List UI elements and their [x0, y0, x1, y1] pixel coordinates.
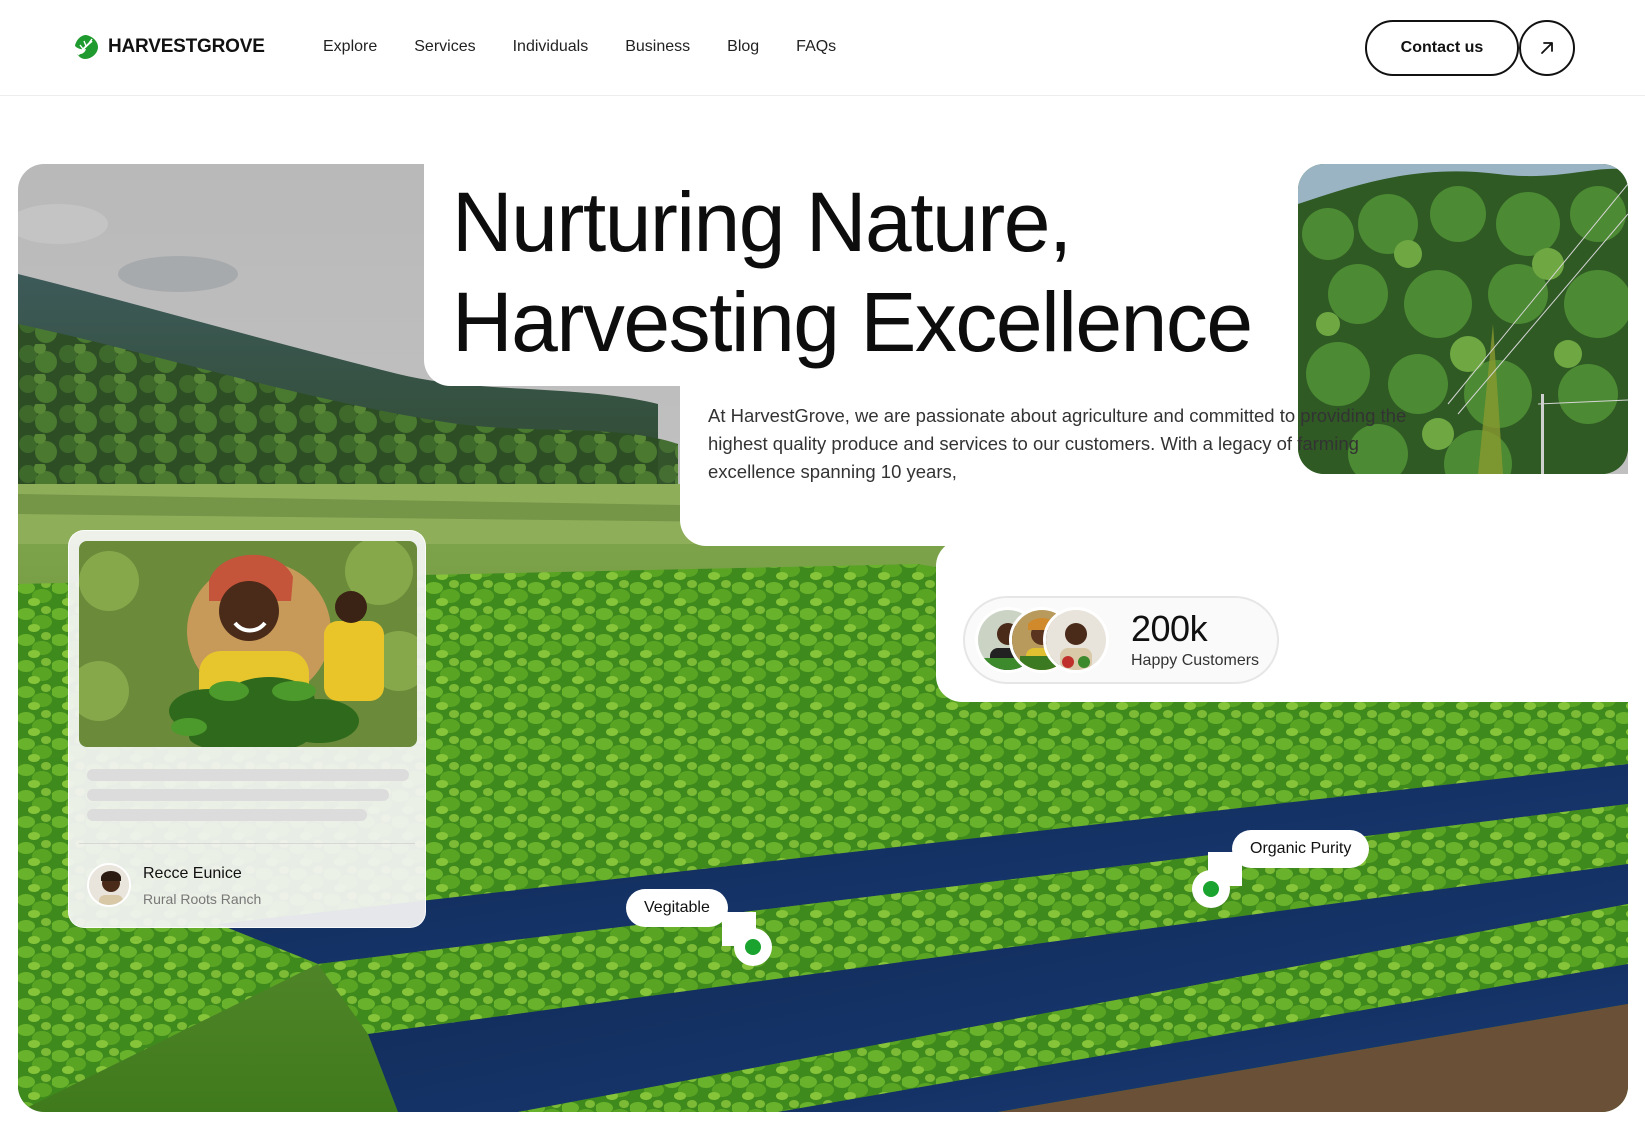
main-menu: Explore Services Individuals Business Bl…: [323, 38, 872, 56]
stats-cutout-right: [1300, 474, 1645, 700]
customers-stat-pill: 200k Happy Customers: [963, 596, 1279, 684]
card-divider: [79, 843, 415, 844]
brand-logo[interactable]: HARVESTGROVE: [72, 33, 265, 61]
arrow-up-right-icon: [1541, 42, 1553, 54]
stat-label: Happy Customers: [1131, 652, 1260, 669]
top-navbar: HARVESTGROVE Explore Services Individual…: [0, 0, 1645, 96]
tag-organic-purity[interactable]: Organic Purity: [1232, 830, 1370, 868]
hero-intro-text: At HarvestGrove, we are passionate about…: [708, 405, 1407, 482]
right-margin: [1628, 96, 1645, 1130]
nav-services[interactable]: Services: [414, 38, 475, 56]
farmer-profile-card[interactable]: Recce Eunice Rural Roots Ranch: [68, 530, 426, 928]
placeholder-line: [87, 809, 367, 821]
avatar: [1043, 607, 1109, 673]
farmer-name: Recce Eunice: [143, 865, 242, 882]
map-pin-dot[interactable]: [734, 928, 772, 966]
tag-vegetable[interactable]: Vegitable: [626, 889, 728, 927]
customer-avatars: [975, 605, 1121, 675]
contact-us-button[interactable]: Contact us: [1365, 20, 1519, 76]
leaf-icon: [75, 35, 98, 59]
stat-value: 200k: [1131, 608, 1208, 649]
placeholder-line: [87, 769, 409, 781]
headline-line-2: Harvesting Excellence: [452, 275, 1253, 369]
hero-headline: Nurturing Nature, Harvesting Excellence: [452, 172, 1253, 372]
contact-arrow-button[interactable]: [1519, 20, 1575, 76]
nav-blog[interactable]: Blog: [727, 38, 759, 56]
avatar: [87, 863, 131, 907]
headline-line-1: Nurturing Nature,: [452, 175, 1072, 269]
bottom-margin: [0, 1112, 1645, 1130]
farmer-farm-name: Rural Roots Ranch: [143, 891, 262, 907]
nav-faqs[interactable]: FAQs: [796, 38, 836, 56]
placeholder-line: [87, 789, 389, 801]
map-pin-dot[interactable]: [1192, 870, 1230, 908]
nav-business[interactable]: Business: [625, 38, 690, 56]
stat-text: 200k Happy Customers: [1131, 610, 1259, 670]
farmer-photo: [79, 541, 417, 747]
brand-name: HARVESTGROVE: [108, 36, 265, 57]
nav-individuals[interactable]: Individuals: [513, 38, 589, 56]
nav-explore[interactable]: Explore: [323, 38, 377, 56]
